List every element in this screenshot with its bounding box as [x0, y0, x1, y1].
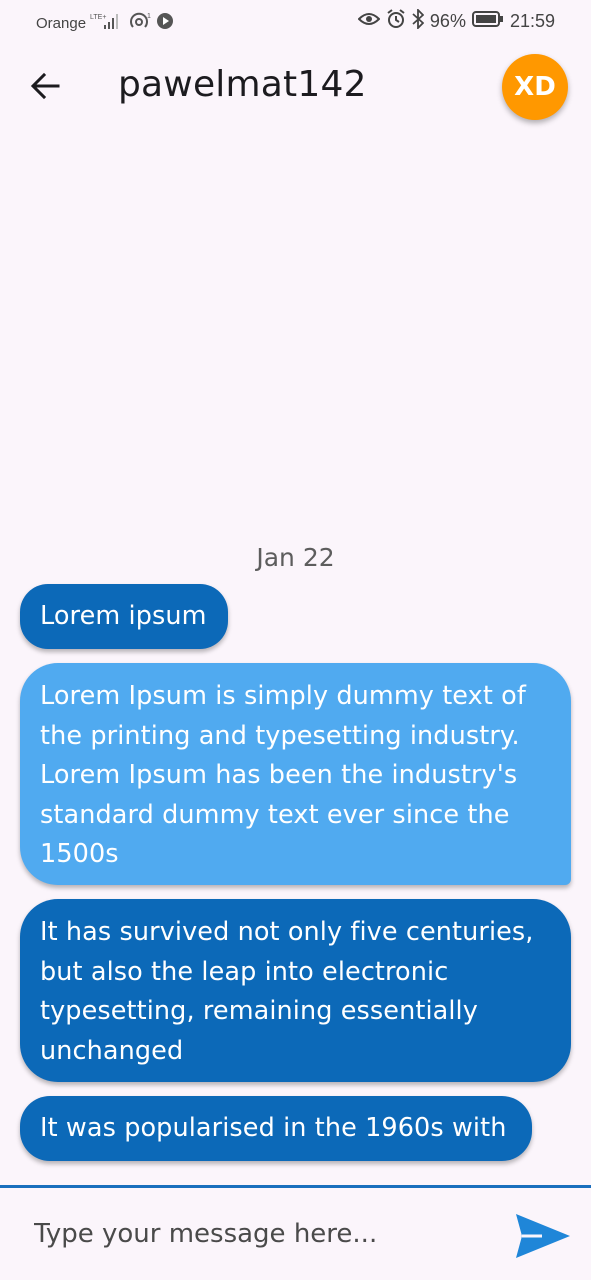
eye-icon — [357, 11, 381, 32]
play-icon — [156, 12, 174, 35]
hotspot-icon: 1 — [128, 11, 152, 36]
app-bar: pawelmat142 XD — [0, 42, 591, 134]
message-bubble[interactable]: It was popularised in the 1960s with — [20, 1096, 532, 1161]
message-bubble[interactable]: Lorem Ipsum is simply dummy text of the … — [20, 663, 571, 885]
chat-screen: Orange LTE+ 1 96% 21:59 pawelmat142 XD J… — [0, 0, 591, 1280]
send-button[interactable] — [512, 1210, 572, 1262]
date-separator: Jan 22 — [256, 543, 335, 572]
message-bubble[interactable]: Lorem ipsum — [20, 584, 228, 649]
status-bar: Orange LTE+ 1 96% 21:59 — [0, 0, 591, 42]
network-type-label: LTE+ — [90, 14, 106, 21]
message-bubble[interactable]: It has survived not only five centuries,… — [20, 899, 571, 1082]
battery-percent: 96% — [429, 11, 466, 31]
back-button[interactable] — [26, 66, 66, 106]
conversation-title: pawelmat142 — [118, 64, 367, 105]
signal-icon: LTE+ — [90, 12, 124, 35]
carrier-label: Orange — [36, 15, 87, 32]
status-right: 96% 21:59 — [357, 7, 555, 34]
clock: 21:59 — [509, 11, 555, 31]
bluetooth-icon — [412, 7, 425, 34]
battery-icon — [471, 10, 504, 33]
svg-text:1: 1 — [147, 13, 151, 20]
status-left: Orange LTE+ 1 — [36, 11, 174, 36]
arrow-left-icon — [30, 72, 60, 100]
send-icon — [516, 1214, 570, 1258]
alarm-icon — [386, 9, 406, 34]
message-composer — [0, 1185, 591, 1280]
avatar[interactable]: XD — [502, 54, 568, 120]
message-input[interactable] — [20, 1204, 480, 1264]
